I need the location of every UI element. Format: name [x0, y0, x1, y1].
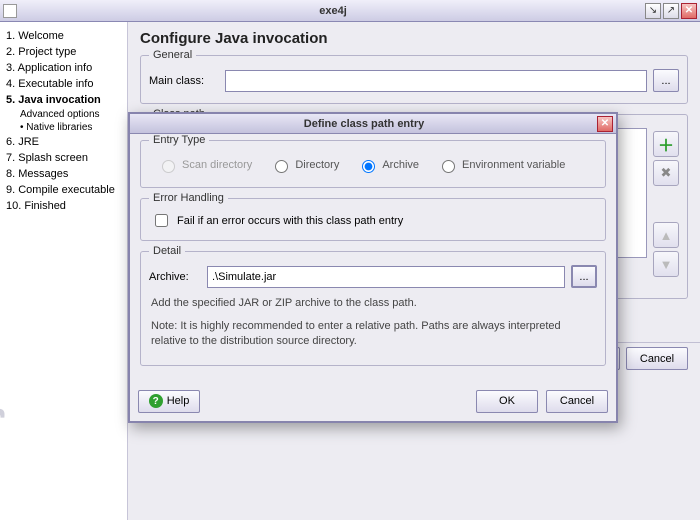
step-jre[interactable]: 6. JRE — [2, 134, 125, 150]
dialog-ok-button[interactable]: OK — [476, 390, 538, 413]
entry-type-legend: Entry Type — [149, 134, 209, 146]
maximize-button[interactable]: ↗ — [663, 3, 679, 19]
define-classpath-entry-dialog: Define class path entry ✕ Entry Type Sca… — [128, 112, 618, 423]
radio-scan-input — [162, 160, 175, 173]
group-detail: Detail Archive: ... Add the specified JA… — [140, 251, 606, 366]
step-application-info[interactable]: 3. Application info — [2, 60, 125, 76]
radio-environment-variable[interactable]: Environment variable — [437, 157, 565, 173]
radio-env-input[interactable] — [442, 160, 455, 173]
error-handling-legend: Error Handling — [149, 192, 228, 204]
substep-native-libraries[interactable]: • Native libraries — [2, 121, 125, 134]
brand-logo: exe4j — [0, 405, 6, 510]
browse-main-class-button[interactable]: ... — [653, 69, 679, 92]
help-icon: ? — [149, 394, 163, 408]
step-java-invocation[interactable]: 5. Java invocation — [2, 92, 125, 108]
step-messages[interactable]: 8. Messages — [2, 166, 125, 182]
page-title: Configure Java invocation — [140, 30, 688, 47]
dialog-titlebar: Define class path entry ✕ — [130, 114, 616, 134]
dialog-help-label: Help — [167, 395, 190, 407]
classpath-toolbar: ＋ ✖ ▲ ▼ — [653, 128, 679, 280]
radio-directory-input[interactable] — [275, 160, 288, 173]
radio-directory-label: Directory — [295, 159, 339, 171]
step-finished[interactable]: 10. Finished — [2, 198, 125, 214]
window-title: exe4j — [23, 5, 643, 17]
radio-archive-input[interactable] — [362, 160, 375, 173]
archive-label: Archive: — [149, 271, 201, 283]
move-down-icon[interactable]: ▼ — [653, 251, 679, 277]
detail-hint-1: Add the specified JAR or ZIP archive to … — [151, 296, 595, 311]
radio-scan-label: Scan directory — [182, 159, 252, 171]
detail-hint-2: Note: It is highly recommended to enter … — [151, 319, 595, 349]
detail-legend: Detail — [149, 245, 185, 257]
step-splash-screen[interactable]: 7. Splash screen — [2, 150, 125, 166]
step-welcome[interactable]: 1. Welcome — [2, 28, 125, 44]
minimize-button[interactable]: ↘ — [645, 3, 661, 19]
substep-advanced-options[interactable]: Advanced options — [2, 108, 125, 121]
group-entry-type: Entry Type Scan directory Directory Arch… — [140, 140, 606, 188]
radio-archive-label: Archive — [382, 159, 419, 171]
browse-archive-button[interactable]: ... — [571, 265, 597, 288]
radio-directory[interactable]: Directory — [270, 157, 339, 173]
close-button[interactable]: ✕ — [681, 3, 697, 19]
dialog-title: Define class path entry — [133, 118, 595, 130]
remove-icon[interactable]: ✖ — [653, 160, 679, 186]
cancel-button[interactable]: Cancel — [626, 347, 688, 370]
group-general-legend: General — [149, 49, 196, 61]
add-icon[interactable]: ＋ — [653, 131, 679, 157]
step-project-type[interactable]: 2. Project type — [2, 44, 125, 60]
archive-path-input[interactable] — [207, 266, 565, 288]
fail-on-error-label: Fail if an error occurs with this class … — [177, 215, 403, 227]
main-class-input[interactable] — [225, 70, 647, 92]
dialog-button-bar: ? Help OK Cancel — [130, 386, 616, 421]
main-class-label: Main class: — [149, 75, 219, 87]
fail-on-error-checkbox[interactable]: Fail if an error occurs with this class … — [149, 209, 597, 232]
substep-native-label: Native libraries — [26, 122, 92, 133]
dialog-cancel-button[interactable]: Cancel — [546, 390, 608, 413]
group-error-handling: Error Handling Fail if an error occurs w… — [140, 198, 606, 241]
step-executable-info[interactable]: 4. Executable info — [2, 76, 125, 92]
dialog-close-button[interactable]: ✕ — [597, 116, 613, 132]
fail-on-error-input[interactable] — [155, 214, 168, 227]
radio-archive[interactable]: Archive — [357, 157, 419, 173]
radio-env-label: Environment variable — [462, 159, 565, 171]
titlebar: exe4j ↘ ↗ ✕ — [0, 0, 700, 22]
dialog-help-button[interactable]: ? Help — [138, 390, 200, 413]
step-compile-executable[interactable]: 9. Compile executable — [2, 182, 125, 198]
move-up-icon[interactable]: ▲ — [653, 222, 679, 248]
wizard-steps-sidebar: 1. Welcome 2. Project type 3. Applicatio… — [0, 22, 128, 520]
app-icon — [3, 4, 17, 18]
radio-scan-directory: Scan directory — [157, 157, 252, 173]
group-general: General Main class: ... — [140, 55, 688, 104]
